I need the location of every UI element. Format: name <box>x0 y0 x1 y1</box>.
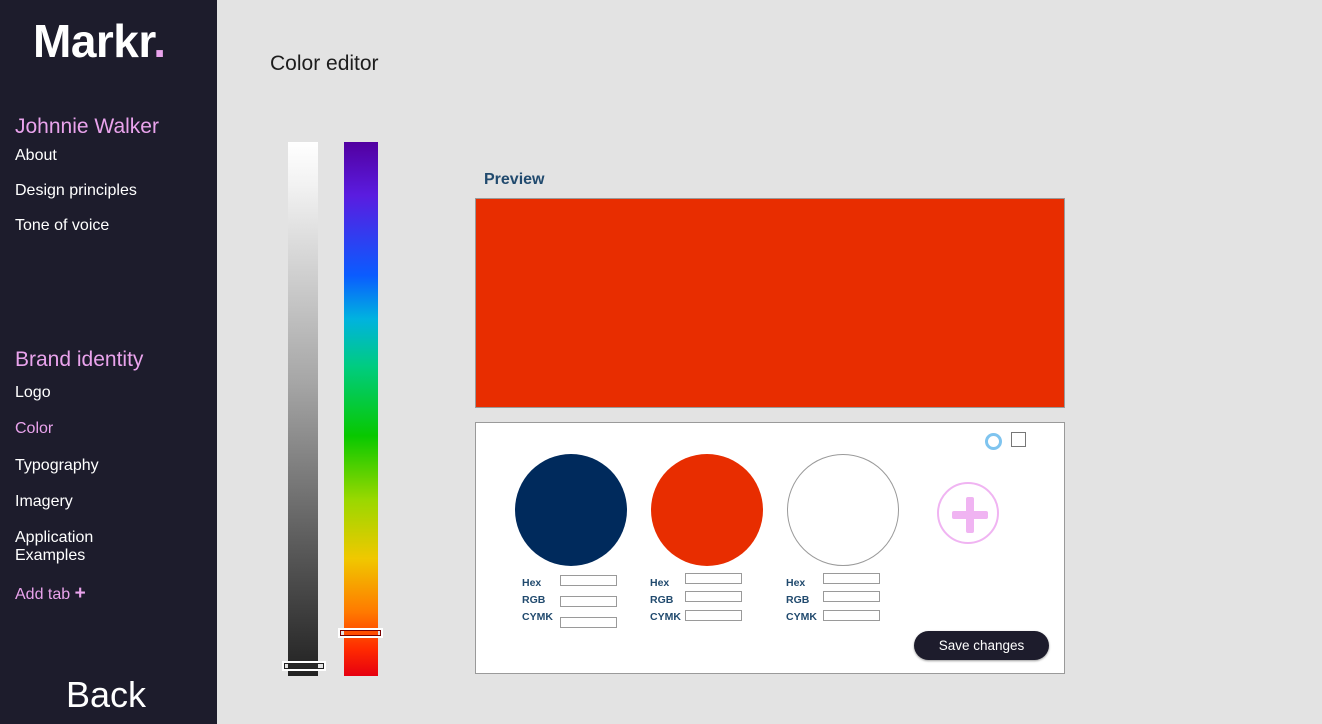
color-swatch-white[interactable] <box>787 454 899 566</box>
logo-text: Markr <box>33 15 154 67</box>
cmyk-input[interactable] <box>560 617 617 628</box>
sidebar-item-logo[interactable]: Logo <box>15 384 51 402</box>
rgb-input[interactable] <box>823 591 880 602</box>
preview-swatch <box>475 198 1065 408</box>
rgb-label: RGB <box>522 594 546 606</box>
cmyk-label: CYMK <box>786 611 817 623</box>
cmyk-input[interactable] <box>823 610 880 621</box>
sidebar-item-application-examples[interactable]: Application Examples <box>15 529 125 565</box>
color-swatch-red[interactable] <box>651 454 763 566</box>
rgb-input[interactable] <box>560 596 617 607</box>
hue-slider-track[interactable] <box>344 142 378 676</box>
sidebar-item-imagery[interactable]: Imagery <box>15 493 73 511</box>
hex-label: Hex <box>522 577 542 589</box>
add-color-button[interactable] <box>937 482 999 544</box>
sidebar: Markr. Johnnie Walker About Design princ… <box>0 0 217 724</box>
rgb-label: RGB <box>650 594 674 606</box>
sidebar-item-color[interactable]: Color <box>15 420 53 438</box>
hue-slider-handle[interactable] <box>338 628 383 638</box>
preview-label: Preview <box>484 171 545 188</box>
rgb-label: RGB <box>786 594 810 606</box>
hex-input[interactable] <box>560 575 617 586</box>
save-changes-button[interactable]: Save changes <box>914 631 1049 660</box>
add-tab-label: Add tab <box>15 586 71 603</box>
brand-name-heading: Johnnie Walker <box>15 115 159 138</box>
sidebar-item-about[interactable]: About <box>15 147 57 165</box>
grayscale-slider-track[interactable] <box>288 142 318 676</box>
color-swatch-navy[interactable] <box>515 454 627 566</box>
sidebar-item-tone-of-voice[interactable]: Tone of voice <box>15 217 109 235</box>
hex-input[interactable] <box>823 573 880 584</box>
logo-dot: . <box>153 15 166 67</box>
sidebar-item-typography[interactable]: Typography <box>15 457 99 475</box>
app-logo[interactable]: Markr. <box>33 14 166 68</box>
brand-identity-heading: Brand identity <box>15 348 144 371</box>
hex-label: Hex <box>786 577 806 589</box>
page-title: Color editor <box>270 52 379 75</box>
circle-icon[interactable] <box>985 433 1002 450</box>
sidebar-item-design-principles[interactable]: Design principles <box>15 182 137 200</box>
plus-icon: + <box>74 583 86 604</box>
cmyk-label: CYMK <box>522 611 553 623</box>
cmyk-input[interactable] <box>685 610 742 621</box>
cmyk-label: CYMK <box>650 611 681 623</box>
hex-input[interactable] <box>685 573 742 584</box>
back-button[interactable]: Back <box>66 674 146 716</box>
rgb-input[interactable] <box>685 591 742 602</box>
grayscale-slider-handle[interactable] <box>282 661 326 671</box>
square-icon[interactable] <box>1011 432 1026 447</box>
add-tab-button[interactable]: Add tab + <box>15 583 86 604</box>
hex-label: Hex <box>650 577 670 589</box>
